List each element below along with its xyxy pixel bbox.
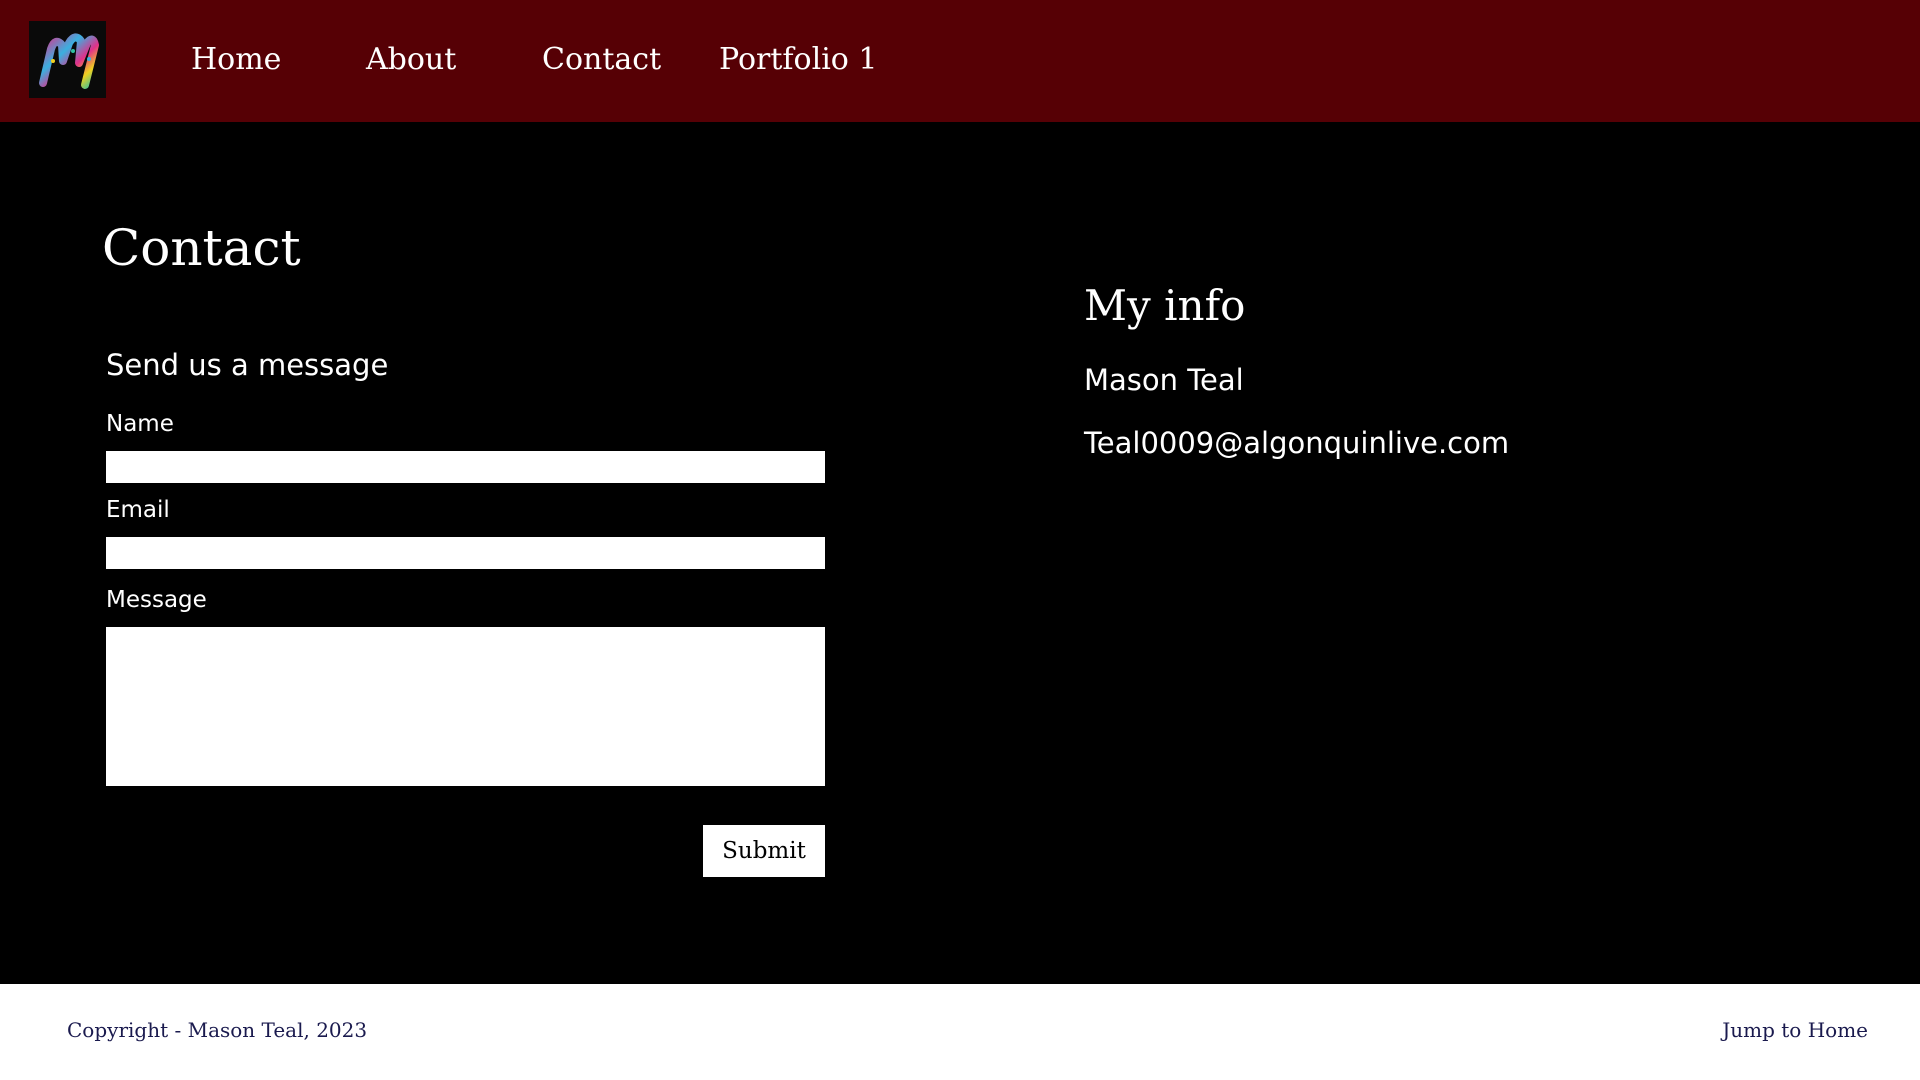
copyright-text: Copyright - Mason Teal, 2023: [67, 1018, 368, 1042]
nav-link-portfolio-1[interactable]: Portfolio 1: [719, 40, 877, 80]
info-email: Teal0009@algonquinlive.com: [1084, 426, 1510, 460]
form-heading: Send us a message: [106, 348, 389, 382]
footer: Copyright - Mason Teal, 2023 Jump to Hom…: [0, 984, 1920, 1080]
info-heading: My info: [1084, 281, 1246, 330]
email-field[interactable]: [106, 537, 825, 569]
name-label: Name: [106, 411, 174, 437]
main-content: Contact Send us a message Name Email Mes…: [0, 122, 1920, 984]
email-label: Email: [106, 497, 170, 523]
nav-link-contact[interactable]: Contact: [542, 40, 661, 80]
info-name: Mason Teal: [1084, 363, 1244, 397]
logo-icon[interactable]: [29, 21, 106, 98]
name-field[interactable]: [106, 451, 825, 483]
top-navbar: Home About Contact Portfolio 1: [0, 0, 1920, 122]
nav-link-about[interactable]: About: [366, 40, 456, 80]
message-field[interactable]: [106, 627, 825, 786]
message-label: Message: [106, 587, 207, 613]
submit-button[interactable]: Submit: [703, 825, 825, 877]
jump-to-home-link[interactable]: Jump to Home: [1722, 1016, 1868, 1044]
nav-link-home[interactable]: Home: [191, 40, 281, 80]
page-title: Contact: [102, 219, 301, 277]
